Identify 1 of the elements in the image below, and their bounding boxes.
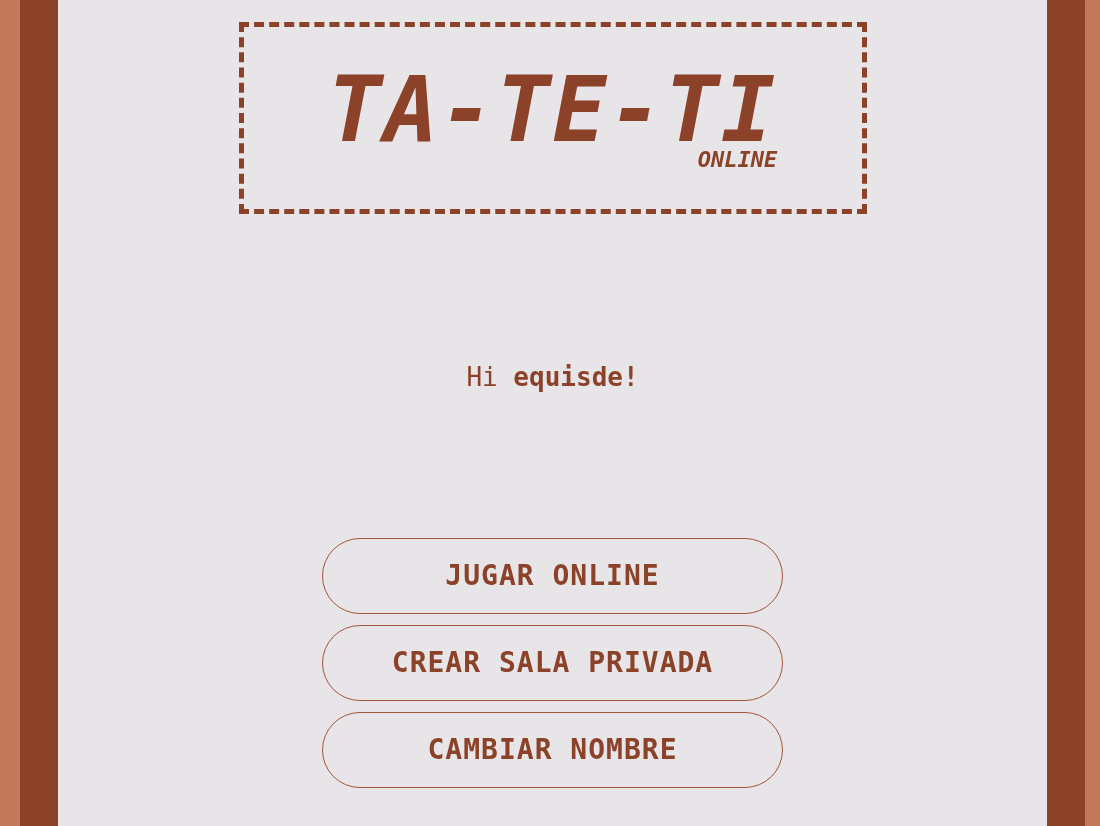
greeting-text: Hi equisde! (466, 364, 639, 390)
